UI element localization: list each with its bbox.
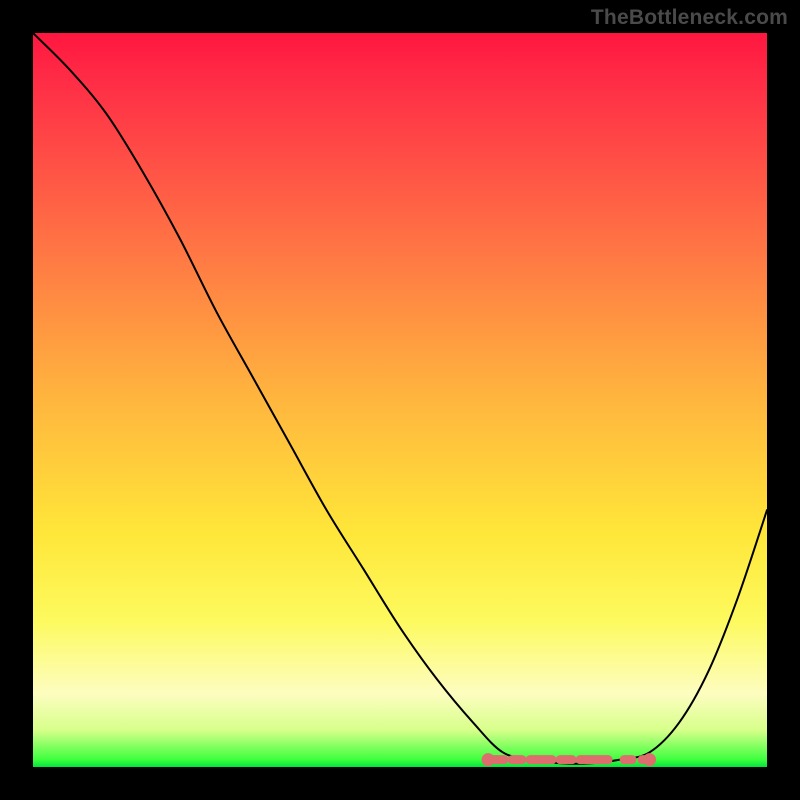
- chart-overlay: [33, 33, 767, 767]
- bottleneck-curve: [33, 33, 767, 764]
- plot-area: [33, 33, 767, 767]
- attribution-label: TheBottleneck.com: [591, 6, 788, 30]
- chart-frame: TheBottleneck.com: [0, 0, 800, 800]
